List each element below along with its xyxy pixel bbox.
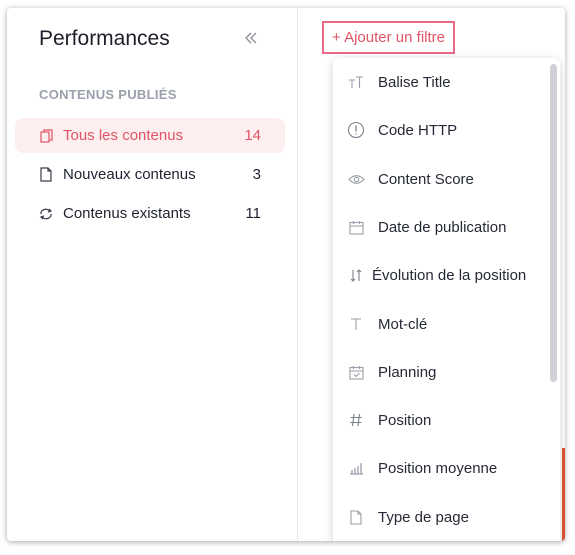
file-icon [37, 167, 55, 182]
sidebar-item-label: Tous les contenus [63, 127, 184, 144]
main-panel: + Ajouter un filtre ⋮ Balise Title Code … [298, 8, 565, 541]
filter-option-label: Date de publication [378, 218, 507, 236]
filter-option-position[interactable]: Position [333, 400, 553, 440]
sidebar-item-contenus-existants[interactable]: Contenus existants 11 [15, 196, 285, 231]
dropdown-scrollbar[interactable] [550, 64, 557, 382]
text-icon [347, 317, 365, 331]
filter-option-planning[interactable]: Planning [333, 352, 553, 392]
filter-option-label: Position [378, 411, 432, 429]
filter-option-label: Code HTTP [378, 121, 458, 139]
filter-option-label: Balise Title [378, 73, 451, 91]
section-title: CONTENUS PUBLIÉS [39, 87, 177, 102]
sidebar-item-count: 3 [252, 166, 261, 183]
sidebar-item-label: Contenus existants [63, 205, 191, 222]
filter-option-label: Évolution de la position [372, 266, 527, 284]
copy-icon [37, 128, 55, 143]
add-filter-button[interactable]: + Ajouter un filtre [322, 21, 455, 54]
sidebar-item-count: 14 [244, 127, 261, 144]
filter-option-mot-cle[interactable]: Mot-clé [333, 304, 553, 344]
sidebar-item-label: Nouveaux contenus [63, 166, 196, 183]
sidebar: Performances CONTENUS PUBLIÉS Tous les c… [7, 8, 298, 541]
filter-option-label: Planning [378, 363, 437, 381]
info-circle-icon [347, 121, 365, 139]
sidebar-item-nouveaux-contenus[interactable]: Nouveaux contenus 3 [15, 157, 285, 192]
filter-option-content-score[interactable]: Content Score [333, 159, 553, 199]
eye-icon [347, 174, 365, 185]
app-window: Performances CONTENUS PUBLIÉS Tous les c… [7, 8, 565, 541]
filter-option-code-http[interactable]: Code HTTP [333, 110, 553, 150]
filter-option-label: Type de page [378, 508, 469, 526]
filter-option-date-de-publication[interactable]: Date de publication [333, 207, 553, 247]
sidebar-title: Performances [39, 27, 170, 50]
filter-option-evolution-de-la-position[interactable]: Évolution de la position [333, 255, 553, 295]
calendar-icon [347, 220, 365, 235]
filter-option-label: Content Score [378, 170, 474, 188]
sidebar-item-tous-les-contenus[interactable]: Tous les contenus 14 [15, 118, 285, 153]
filter-option-label: Position moyenne [378, 459, 498, 477]
filter-dropdown: Balise Title Code HTTP Content Score Dat… [333, 58, 560, 541]
sidebar-item-count: 11 [245, 205, 261, 222]
title-tag-icon [347, 75, 365, 89]
background-edge [562, 448, 565, 541]
filter-option-position-moyenne[interactable]: Position moyenne [333, 448, 553, 488]
refresh-icon [37, 208, 55, 220]
arrows-updown-icon [347, 268, 365, 283]
page-icon [347, 509, 365, 525]
hash-icon [347, 413, 365, 427]
double-chevron-left-icon[interactable] [243, 26, 259, 52]
bar-chart-icon [347, 462, 365, 475]
filter-option-type-de-page[interactable]: Type de page [333, 497, 553, 537]
filter-option-balise-title[interactable]: Balise Title [333, 62, 553, 102]
calendar-check-icon [347, 365, 365, 380]
filter-option-label: Mot-clé [378, 315, 428, 333]
